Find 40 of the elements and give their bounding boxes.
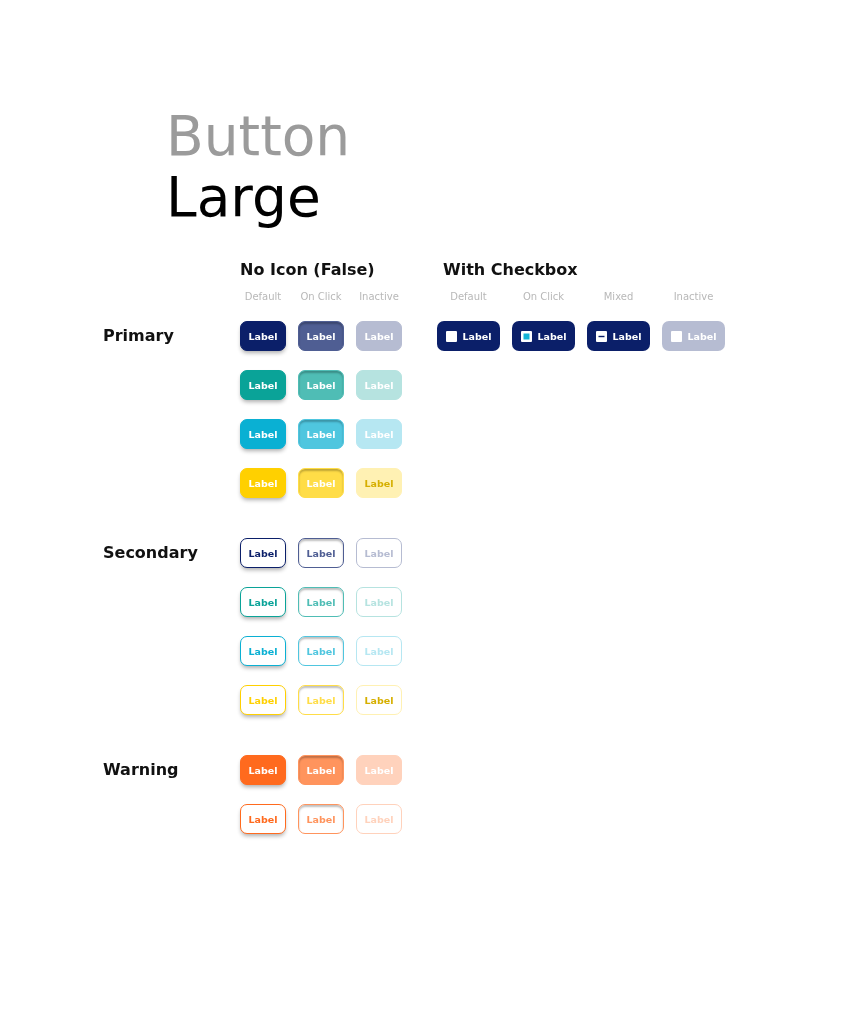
outline-button[interactable]: Label <box>240 538 286 568</box>
column-heading: Inactive <box>359 290 399 304</box>
column-heading: Mixed <box>603 290 634 304</box>
checkbox-icon[interactable] <box>595 330 607 342</box>
filled-button[interactable]: Label <box>298 321 344 351</box>
column-heading: Default <box>450 290 487 304</box>
section-label: Warning <box>103 759 179 781</box>
outline-button[interactable]: Label <box>298 636 344 666</box>
outline-button[interactable]: Label <box>298 685 344 715</box>
outline-button[interactable]: Label <box>240 685 286 715</box>
filled-button[interactable]: Label <box>298 419 344 449</box>
filled-button[interactable]: Label <box>240 419 286 449</box>
outline-button[interactable]: Label <box>240 804 286 834</box>
outline-button[interactable]: Label <box>298 538 344 568</box>
checkbox-icon[interactable] <box>445 330 457 342</box>
filled-button[interactable]: Label <box>240 321 286 351</box>
checkbox-icon[interactable] <box>520 330 532 342</box>
filled-button[interactable]: Label <box>240 468 286 498</box>
column-group-heading: With Checkbox <box>443 260 578 280</box>
filled-button[interactable]: Label <box>298 370 344 400</box>
page-subtitle: Large <box>166 167 321 228</box>
checkbox-button[interactable]: Label <box>437 321 500 351</box>
outline-button[interactable]: Label <box>298 804 344 834</box>
filled-button[interactable]: Label <box>240 755 286 785</box>
column-heading: Default <box>244 290 282 304</box>
column-heading: On Click <box>300 290 342 304</box>
column-heading: Inactive <box>673 290 714 304</box>
outline-button[interactable]: Label <box>240 636 286 666</box>
outline-button[interactable]: Label <box>240 587 286 617</box>
column-heading: On Click <box>522 290 565 304</box>
filled-button[interactable]: Label <box>298 468 344 498</box>
section-label: Secondary <box>103 542 198 564</box>
checkbox-button[interactable]: Label <box>512 321 575 351</box>
section-label: Primary <box>103 325 174 347</box>
column-group-heading: No Icon (False) <box>240 260 375 280</box>
outline-button[interactable]: Label <box>298 587 344 617</box>
filled-button[interactable]: Label <box>298 755 344 785</box>
checkbox-button[interactable]: Label <box>587 321 650 351</box>
page-title: Button <box>166 106 351 167</box>
filled-button[interactable]: Label <box>240 370 286 400</box>
